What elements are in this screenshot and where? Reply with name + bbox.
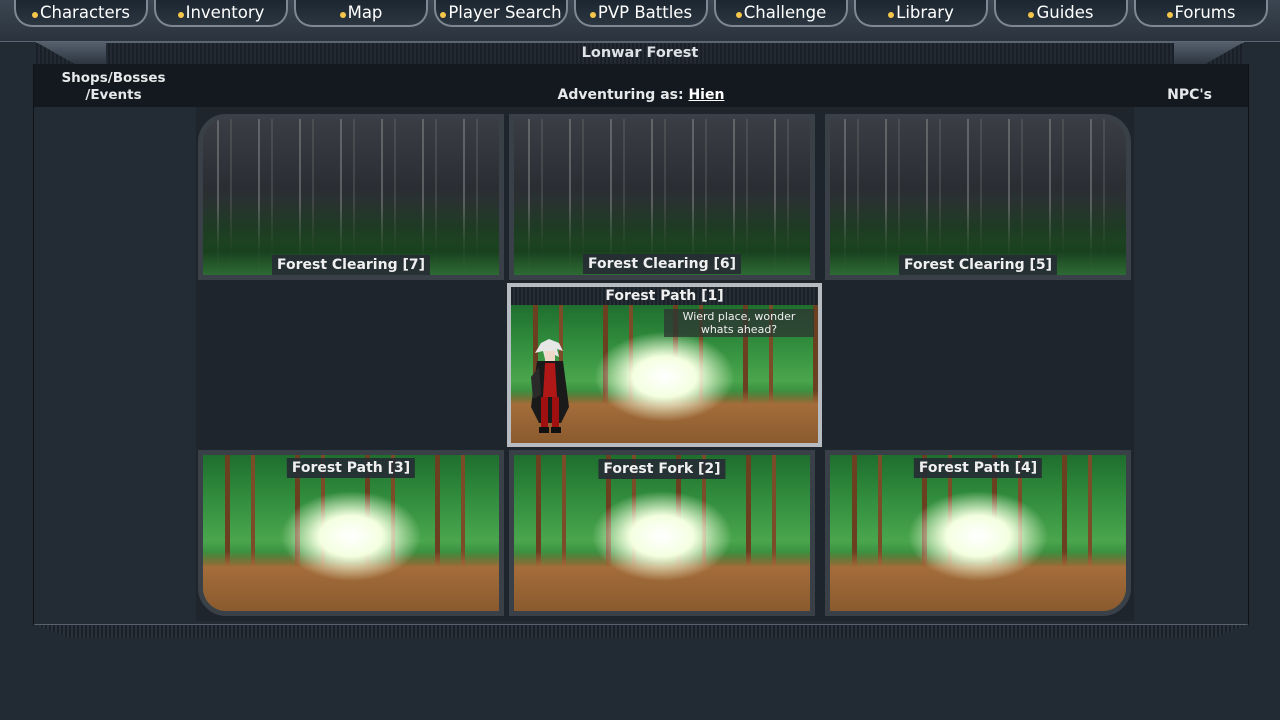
nav-tab-pvp-battles[interactable]: PVP Battles — [574, 0, 708, 27]
location-tile-forest-fork-2[interactable]: Forest Fork [2] — [509, 450, 815, 616]
nav-tab-label: Challenge — [743, 3, 827, 22]
panel-bottom-edge — [33, 624, 1249, 638]
bullet-icon — [440, 11, 447, 18]
nav-tab-forums[interactable]: Forums — [1134, 0, 1268, 27]
panel-header: Shops/Bosses /Events Adventuring as: Hie… — [34, 64, 1248, 107]
location-tile-forest-clearing-6[interactable]: Forest Clearing [6] — [509, 114, 815, 280]
location-flavor-text: Wierd place, wonder whats ahead? — [664, 309, 814, 337]
bullet-icon — [735, 11, 742, 18]
forest-scene-image — [514, 119, 810, 275]
location-label: Forest Path [3] — [286, 458, 416, 478]
nav-tab-map[interactable]: Map — [294, 0, 428, 27]
adventuring-as: Adventuring as: Hien — [34, 87, 1248, 103]
location-tile-forest-path-4[interactable]: Forest Path [4] — [825, 450, 1131, 616]
player-avatar — [531, 339, 569, 433]
forest-path-scene-image — [203, 455, 499, 611]
bullet-icon — [339, 11, 346, 18]
nav-tab-player-search[interactable]: Player Search — [434, 0, 568, 27]
bullet-icon — [589, 11, 596, 18]
bullet-icon — [888, 11, 895, 18]
forest-path-scene-image — [830, 455, 1126, 611]
nav-tab-challenge[interactable]: Challenge — [714, 0, 848, 27]
current-location-tile: Forest Path [1] Wierd place, wonder what… — [507, 283, 822, 447]
area-title-bar: Lonwar Forest — [36, 42, 1244, 64]
npcs-link[interactable]: NPC's — [1167, 87, 1212, 103]
location-label: Forest Clearing [5] — [898, 255, 1058, 275]
main-panel: Shops/Bosses /Events Adventuring as: Hie… — [33, 64, 1249, 626]
nav-tab-label: PVP Battles — [597, 3, 693, 22]
forest-scene-image — [203, 119, 499, 275]
bullet-icon — [177, 11, 184, 18]
nav-tab-label: Characters — [39, 3, 131, 22]
nav-tab-characters[interactable]: Characters — [14, 0, 148, 27]
location-label: Forest Path [4] — [913, 458, 1043, 478]
nav-tab-label: Library — [896, 3, 954, 22]
bullet-icon — [1166, 11, 1173, 18]
adventuring-prefix: Adventuring as: — [557, 87, 684, 103]
nav-tab-label: Guides — [1036, 3, 1094, 22]
nav-tab-library[interactable]: Library — [854, 0, 988, 27]
area-title: Lonwar Forest — [581, 45, 699, 61]
location-tile-forest-clearing-7[interactable]: Forest Clearing [7] — [198, 114, 504, 280]
nav-tab-guides[interactable]: Guides — [994, 0, 1128, 27]
character-name-link[interactable]: Hien — [688, 87, 724, 103]
top-navigation: Characters Inventory Map Player Search P… — [0, 0, 1280, 42]
nav-tab-label: Inventory — [185, 3, 265, 22]
forest-scene-image — [830, 119, 1126, 275]
current-location-title: Forest Path [1] — [511, 287, 818, 305]
nav-tab-label: Map — [347, 3, 383, 22]
location-tile-forest-path-3[interactable]: Forest Path [3] — [198, 450, 504, 616]
nav-tab-inventory[interactable]: Inventory — [154, 0, 288, 27]
location-label: Forest Clearing [7] — [271, 255, 431, 275]
location-label: Forest Clearing [6] — [582, 254, 742, 274]
location-tile-forest-clearing-5[interactable]: Forest Clearing [5] — [825, 114, 1131, 280]
bullet-icon — [1028, 11, 1035, 18]
nav-tab-label: Forums — [1174, 3, 1236, 22]
bullet-icon — [31, 11, 38, 18]
nav-tab-label: Player Search — [448, 3, 562, 22]
location-label: Forest Fork [2] — [598, 459, 726, 479]
